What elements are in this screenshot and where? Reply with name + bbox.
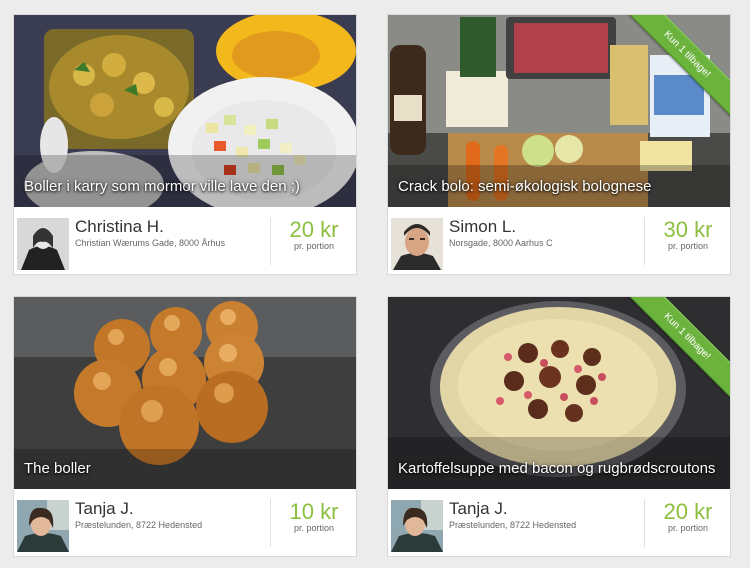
price-unit: pr. portion (667, 523, 709, 533)
price: 30 kr (663, 217, 713, 242)
meal-photo[interactable]: The boller (14, 297, 356, 489)
cook-avatar[interactable] (17, 218, 69, 270)
meal-card[interactable]: Kartoffelsuppe med bacon og rugbrødscrou… (387, 296, 731, 557)
cook-address: Præstelunden, 8722 Hedensted (75, 520, 203, 530)
cook-avatar[interactable] (17, 500, 69, 552)
meal-info: Christina H. Christian Wærums Gade, 8000… (14, 207, 356, 274)
cook-address: Præstelunden, 8722 Hedensted (449, 520, 577, 530)
price-unit: pr. portion (293, 523, 335, 533)
meal-title: Kartoffelsuppe med bacon og rugbrødscrou… (398, 460, 716, 477)
cook-avatar[interactable] (391, 500, 443, 552)
meal-info: Tanja J. Præstelunden, 8722 Hedensted 20… (388, 489, 730, 556)
meal-title: The boller (24, 460, 91, 477)
meal-card[interactable]: Crack bolo: semi-økologisk bolognese Kun… (387, 14, 731, 275)
meal-photo[interactable]: Boller i karry som mormor ville lave den… (14, 15, 356, 207)
divider (270, 499, 271, 547)
cook-name[interactable]: Tanja J. (75, 499, 134, 519)
divider (644, 499, 645, 547)
cook-name[interactable]: Simon L. (449, 217, 516, 237)
cook-name[interactable]: Christina H. (75, 217, 164, 237)
price-unit: pr. portion (293, 241, 335, 251)
cook-address: Christian Wærums Gade, 8000 Århus (75, 238, 226, 248)
cook-name[interactable]: Tanja J. (449, 499, 508, 519)
divider (644, 217, 645, 265)
price: 10 kr (289, 499, 339, 524)
cook-avatar[interactable] (391, 218, 443, 270)
meal-info: Simon L. Norsgade, 8000 Aarhus C 30 kr p… (388, 207, 730, 274)
meal-card[interactable]: The boller Tanja J. Præstelunden, 8722 H… (13, 296, 357, 557)
meal-card[interactable]: Boller i karry som mormor ville lave den… (13, 14, 357, 275)
cook-address: Norsgade, 8000 Aarhus C (449, 238, 553, 248)
meal-title: Crack bolo: semi-økologisk bolognese (398, 178, 652, 195)
meal-title: Boller i karry som mormor ville lave den… (24, 178, 300, 195)
price: 20 kr (289, 217, 339, 242)
price: 20 kr (663, 499, 713, 524)
divider (270, 217, 271, 265)
meal-info: Tanja J. Præstelunden, 8722 Hedensted 10… (14, 489, 356, 556)
price-unit: pr. portion (667, 241, 709, 251)
